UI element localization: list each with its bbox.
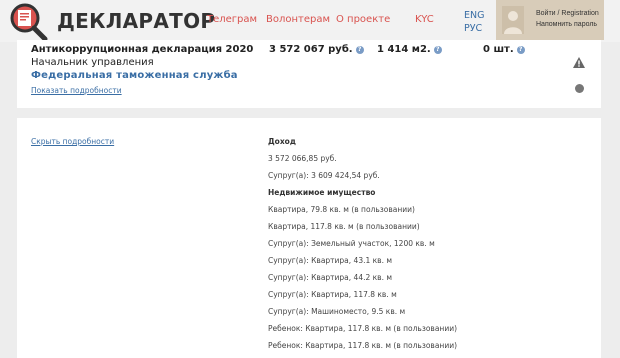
detail-item: Супруг(а): 3 609 424,54 руб. bbox=[268, 171, 380, 180]
vehicles-value: 0 шт. bbox=[483, 44, 514, 55]
realty-heading: Недвижимое имущество bbox=[268, 188, 376, 197]
login-link[interactable]: Войти / Registration bbox=[536, 8, 599, 19]
detail-item: Ребенок: Квартира, 117.8 кв. м (в пользо… bbox=[268, 324, 458, 333]
income-value: 3 572 067 руб. bbox=[269, 44, 353, 55]
detail-item: Супруг(а): Земельный участок, 1200 кв. м bbox=[268, 239, 435, 248]
avatar-icon bbox=[502, 6, 524, 34]
dot-icon[interactable] bbox=[575, 84, 584, 93]
agency-link[interactable]: Федеральная таможенная служба bbox=[31, 70, 238, 81]
detail-item: Супруг(а): Квартира, 117.8 кв. м bbox=[268, 290, 397, 299]
declaration-details-card: Скрыть подробности Доход 3 572 066,85 ру… bbox=[17, 118, 601, 358]
detail-item: 3 572 066,85 руб. bbox=[268, 154, 337, 163]
detail-item: Квартира, 79.8 кв. м (в пользовании) bbox=[268, 205, 415, 214]
logo-icon[interactable] bbox=[8, 2, 48, 42]
area-stat: 1 414 м2.? bbox=[377, 44, 442, 55]
site-header: ДЕКЛАРАТОР Телеграм Волонтерам О проекте… bbox=[0, 0, 620, 42]
question-icon[interactable]: ? bbox=[516, 46, 525, 54]
declaration-title: Антикоррупционная декларация 2020 bbox=[31, 44, 254, 55]
vehicles-stat: 0 шт.? bbox=[483, 44, 525, 55]
page: ДЕКЛАРАТОР Телеграм Волонтерам О проекте… bbox=[0, 0, 620, 358]
declaration-summary-card: Антикоррупционная декларация 2020 Началь… bbox=[17, 40, 601, 108]
area-value: 1 414 м2. bbox=[377, 44, 431, 55]
lang-en[interactable]: ENG bbox=[464, 9, 484, 22]
detail-item: Супруг(а): Машиноместо, 9.5 кв. м bbox=[268, 307, 406, 316]
user-box: Войти / Registration Напомнить пароль bbox=[496, 0, 604, 40]
position-title: Начальник управления bbox=[31, 57, 154, 68]
income-heading: Доход bbox=[268, 137, 296, 146]
remind-password-link[interactable]: Напомнить пароль bbox=[536, 19, 599, 30]
hide-details-link[interactable]: Скрыть подробности bbox=[31, 137, 114, 146]
logo-text[interactable]: ДЕКЛАРАТОР bbox=[57, 9, 215, 33]
detail-item: Супруг(а): Квартира, 43.1 кв. м bbox=[268, 256, 393, 265]
detail-item: Супруг(а): Квартира, 44.2 кв. м bbox=[268, 273, 393, 282]
question-icon[interactable]: ? bbox=[355, 46, 364, 54]
question-icon[interactable]: ? bbox=[433, 46, 442, 54]
nav-about[interactable]: О проекте bbox=[336, 14, 390, 25]
nav-kyc[interactable]: KYC bbox=[415, 14, 434, 25]
nav-telegram[interactable]: Телеграм bbox=[207, 14, 257, 25]
nav-volunteers[interactable]: Волонтерам bbox=[266, 14, 330, 25]
income-stat: 3 572 067 руб.? bbox=[269, 44, 364, 55]
detail-item: Ребенок: Квартира, 117.8 кв. м (в пользо… bbox=[268, 341, 458, 350]
lang-ru[interactable]: РУС bbox=[464, 22, 484, 35]
show-details-link[interactable]: Показать подробности bbox=[31, 86, 122, 95]
detail-item: Квартира, 117.8 кв. м (в пользовании) bbox=[268, 222, 420, 231]
warning-icon[interactable] bbox=[573, 57, 585, 68]
login-links: Войти / Registration Напомнить пароль bbox=[536, 8, 599, 30]
language-switcher: ENG РУС bbox=[464, 9, 484, 35]
